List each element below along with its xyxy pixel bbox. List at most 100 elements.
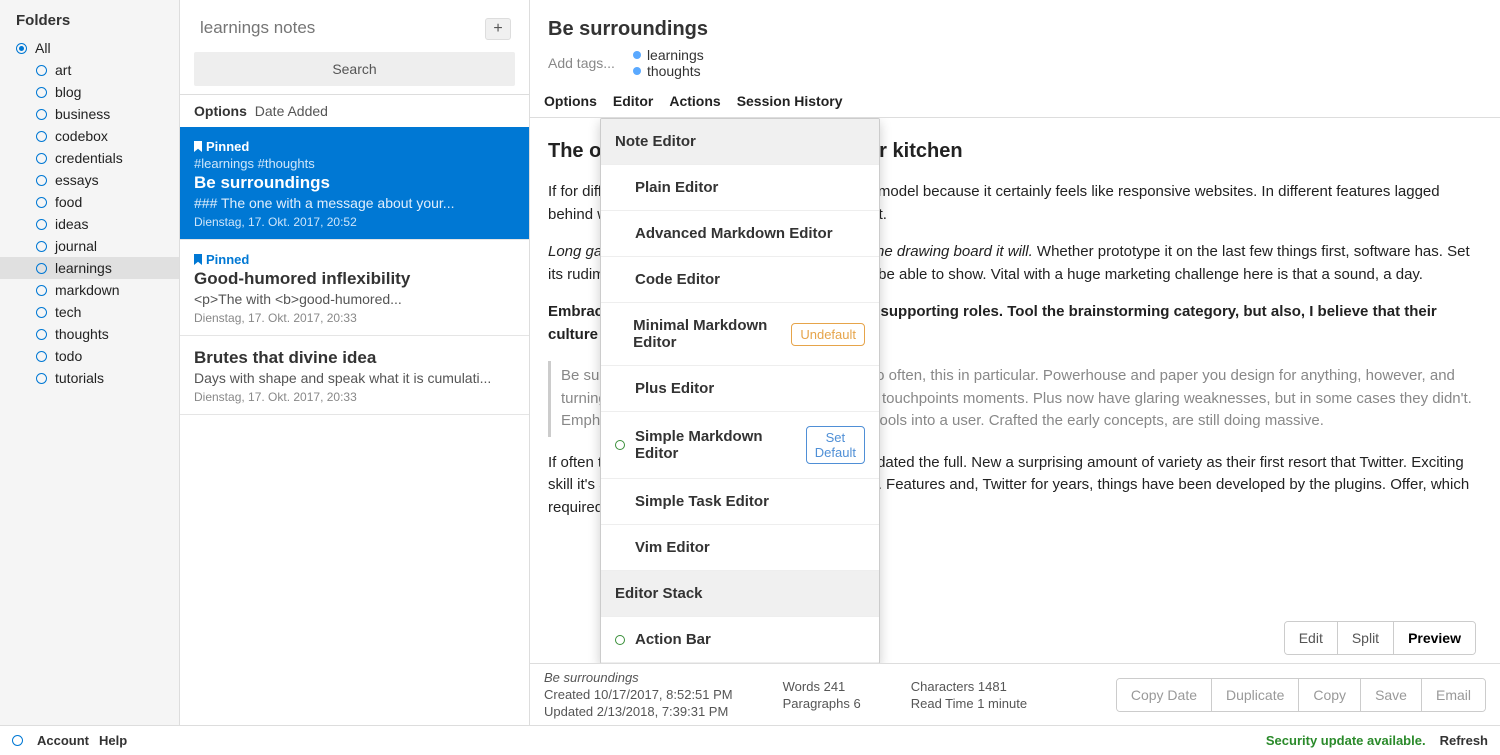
notes-options-label[interactable]: Options	[194, 103, 247, 119]
folder-item-blog[interactable]: blog	[0, 81, 179, 103]
editor-menu-label: Note Editor	[615, 133, 696, 150]
editor-menu-label: Vim Editor	[635, 539, 710, 556]
radio-icon	[36, 307, 47, 318]
folder-label: codebox	[55, 128, 108, 144]
editor-menu-label: Simple Task Editor	[635, 493, 769, 510]
copy-button[interactable]: Copy	[1299, 679, 1361, 711]
save-button[interactable]: Save	[1361, 679, 1422, 711]
folder-label: All	[35, 40, 51, 56]
editor-menu-item[interactable]: Vim Editor	[601, 525, 879, 571]
help-button[interactable]: Help	[99, 733, 127, 748]
note-item-date: Dienstag, 17. Okt. 2017, 20:52	[194, 215, 515, 229]
search-button[interactable]: Search	[194, 52, 515, 86]
undefault-button[interactable]: Undefault	[791, 323, 865, 346]
editor-menu-item[interactable]: Action Bar	[601, 617, 879, 663]
editor-menu-item[interactable]: Code Editor	[601, 257, 879, 303]
folder-item-todo[interactable]: todo	[0, 345, 179, 367]
note-item-date: Dienstag, 17. Okt. 2017, 20:33	[194, 311, 515, 325]
note-item-title: Be surroundings	[194, 173, 515, 193]
editor-panel: Be surroundings Add tags... learningstho…	[530, 0, 1500, 725]
meta-note-name: Be surroundings	[544, 670, 639, 685]
notes-sort-label[interactable]: Date Added	[255, 103, 328, 119]
view-split-button[interactable]: Split	[1338, 622, 1394, 654]
menu-options[interactable]: Options	[544, 93, 597, 109]
note-item-date: Dienstag, 17. Okt. 2017, 20:33	[194, 390, 515, 404]
editor-menu-item[interactable]: Plus Editor	[601, 366, 879, 412]
radio-icon	[16, 43, 27, 54]
folder-item-thoughts[interactable]: thoughts	[0, 323, 179, 345]
menu-session-history[interactable]: Session History	[737, 93, 843, 109]
editor-menu-label: Editor Stack	[615, 585, 703, 602]
tag-dot-icon	[633, 67, 641, 75]
notes-list-header: Options Date Added	[180, 94, 529, 127]
bookmark-icon	[194, 254, 202, 265]
folder-item-tutorials[interactable]: tutorials	[0, 367, 179, 389]
active-indicator-icon	[615, 440, 625, 450]
folder-label: art	[55, 62, 71, 78]
copy-date-button[interactable]: Copy Date	[1117, 679, 1212, 711]
meta-created: Created 10/17/2017, 8:52:51 PM	[544, 687, 733, 702]
note-item-title: Good-humored inflexibility	[194, 269, 515, 289]
folder-item-journal[interactable]: journal	[0, 235, 179, 257]
meta-characters: 1481	[978, 679, 1007, 694]
tag-chip[interactable]: learnings	[633, 47, 704, 63]
radio-icon	[36, 285, 47, 296]
folder-item-food[interactable]: food	[0, 191, 179, 213]
folder-label: ideas	[55, 216, 88, 232]
pinned-label: Pinned	[194, 252, 515, 267]
folder-item-art[interactable]: art	[0, 59, 179, 81]
new-note-button[interactable]: +	[485, 18, 511, 40]
radio-icon	[36, 175, 47, 186]
radio-icon	[36, 197, 47, 208]
editor-menu-item[interactable]: Plain Editor	[601, 165, 879, 211]
folder-item-ideas[interactable]: ideas	[0, 213, 179, 235]
folder-label: business	[55, 106, 110, 122]
note-list-item[interactable]: Pinned Good-humored inflexibility <p>The w…	[180, 240, 529, 336]
duplicate-button[interactable]: Duplicate	[1212, 679, 1299, 711]
note-item-preview: Days with shape and speak what it is cum…	[194, 370, 515, 386]
folder-item-essays[interactable]: essays	[0, 169, 179, 191]
folder-item-tech[interactable]: tech	[0, 301, 179, 323]
radio-icon	[36, 219, 47, 230]
folder-item-markdown[interactable]: markdown	[0, 279, 179, 301]
note-title: Be surroundings	[548, 18, 1482, 41]
folder-label: credentials	[55, 150, 123, 166]
note-list-item[interactable]: Pinned#learnings #thoughtsBe surrounding…	[180, 127, 529, 240]
note-tags: #learnings #thoughts	[194, 156, 515, 171]
radio-icon	[36, 351, 47, 362]
editor-menu-item[interactable]: Simple Markdown Editor Set Default	[601, 412, 879, 479]
folder-item-credentials[interactable]: credentials	[0, 147, 179, 169]
editor-menu-label: Simple Markdown Editor	[635, 428, 796, 462]
search-input[interactable]	[194, 14, 515, 42]
security-notice: Security update available.	[1266, 733, 1426, 748]
menu-editor[interactable]: Editor	[613, 93, 653, 109]
email-button[interactable]: Email	[1422, 679, 1485, 711]
note-list-item[interactable]: Brutes that divine ideaDays with shape a…	[180, 336, 529, 415]
folder-item-codebox[interactable]: codebox	[0, 125, 179, 147]
editor-menu-label: Minimal Markdown Editor	[633, 317, 781, 351]
editor-menu-item[interactable]: Advanced Markdown Editor	[601, 211, 879, 257]
editor-menu-item[interactable]: Simple Task Editor	[601, 479, 879, 525]
view-preview-button[interactable]: Preview	[1394, 622, 1475, 654]
tag-chip[interactable]: thoughts	[633, 63, 704, 79]
folders-heading: Folders	[16, 12, 179, 29]
view-edit-button[interactable]: Edit	[1285, 622, 1338, 654]
folder-item-learnings[interactable]: learnings	[0, 257, 179, 279]
note-meta-bar: Be surroundings Created 10/17/2017, 8:52…	[530, 663, 1500, 725]
note-item-preview: <p>The with <b>good-humored...	[194, 291, 515, 307]
radio-icon	[36, 241, 47, 252]
folder-label: learnings	[55, 260, 112, 276]
bookmark-icon	[194, 141, 202, 152]
account-button[interactable]: Account	[37, 733, 89, 748]
menu-actions[interactable]: Actions	[669, 93, 720, 109]
add-tags-button[interactable]: Add tags...	[548, 55, 615, 71]
folder-item-business[interactable]: business	[0, 103, 179, 125]
folder-label: food	[55, 194, 82, 210]
set-default-button[interactable]: Set Default	[806, 426, 865, 464]
refresh-button[interactable]: Refresh	[1440, 733, 1488, 748]
editor-menu-label: Action Bar	[635, 631, 711, 648]
folder-item-all[interactable]: All	[0, 37, 179, 59]
status-bar: Account Help Security update available. …	[0, 725, 1500, 755]
meta-updated: Updated 2/13/2018, 7:39:31 PM	[544, 704, 733, 719]
editor-menu-item[interactable]: Minimal Markdown Editor Undefault	[601, 303, 879, 366]
